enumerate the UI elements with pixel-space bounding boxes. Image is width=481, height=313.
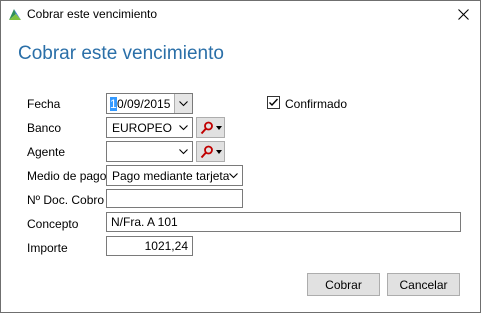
banco-label: Banco (27, 121, 62, 135)
confirmado-label: Confirmado (285, 97, 348, 111)
banco-select[interactable]: EUROPEO (106, 117, 193, 138)
search-icon (200, 145, 213, 159)
chevron-down-icon (179, 100, 188, 106)
banco-search-button[interactable] (196, 117, 225, 138)
medio-pago-dropdown-arrow[interactable] (225, 166, 242, 185)
page-title: Cobrar este vencimiento (18, 43, 224, 64)
agente-label: Agente (27, 145, 66, 159)
fecha-selected-digit: 1 (110, 97, 117, 111)
medio-pago-label: Medio de pago (27, 169, 107, 183)
app-logo-icon (9, 9, 21, 20)
fecha-value: 10/09/2015 (110, 97, 170, 111)
confirmado-checkbox[interactable] (267, 96, 280, 109)
chevron-down-icon (229, 172, 238, 178)
close-button[interactable] (446, 1, 480, 28)
banco-value: EUROPEO (112, 121, 173, 135)
chevron-down-icon (179, 124, 188, 130)
agente-select[interactable] (106, 141, 193, 162)
cobrar-button[interactable]: Cobrar (307, 273, 380, 296)
doc-cobro-input[interactable] (106, 189, 243, 208)
banco-dropdown-arrow[interactable] (175, 118, 192, 137)
fecha-value-rest: 0/09/2015 (117, 97, 171, 111)
importe-label: Importe (27, 241, 68, 255)
importe-input[interactable]: 1021,24 (106, 236, 193, 256)
medio-pago-select[interactable]: Pago mediante tarjeta (106, 165, 243, 186)
fecha-dropdown-button[interactable] (174, 94, 192, 113)
concepto-label: Concepto (27, 217, 79, 231)
search-icon (200, 121, 213, 135)
medio-pago-value: Pago mediante tarjeta (112, 169, 230, 183)
checkmark-icon (269, 98, 279, 107)
concepto-input[interactable]: N/Fra. A 101 (106, 212, 461, 232)
window-title: Cobrar este vencimiento (27, 7, 158, 21)
agente-dropdown-arrow[interactable] (175, 142, 192, 161)
dropdown-triangle-icon (216, 126, 222, 130)
close-icon (457, 9, 469, 20)
title-bar: Cobrar este vencimiento (1, 1, 480, 28)
agente-search-button[interactable] (196, 141, 225, 162)
chevron-down-icon (179, 148, 188, 154)
dialog-window: Cobrar este vencimiento Cobrar este venc… (0, 0, 481, 313)
doc-cobro-label: Nº Doc. Cobro (27, 193, 105, 207)
fecha-date-picker[interactable]: 10/09/2015 (106, 93, 193, 114)
dropdown-triangle-icon (216, 150, 222, 154)
cancelar-button[interactable]: Cancelar (387, 273, 460, 296)
fecha-label: Fecha (27, 97, 61, 111)
